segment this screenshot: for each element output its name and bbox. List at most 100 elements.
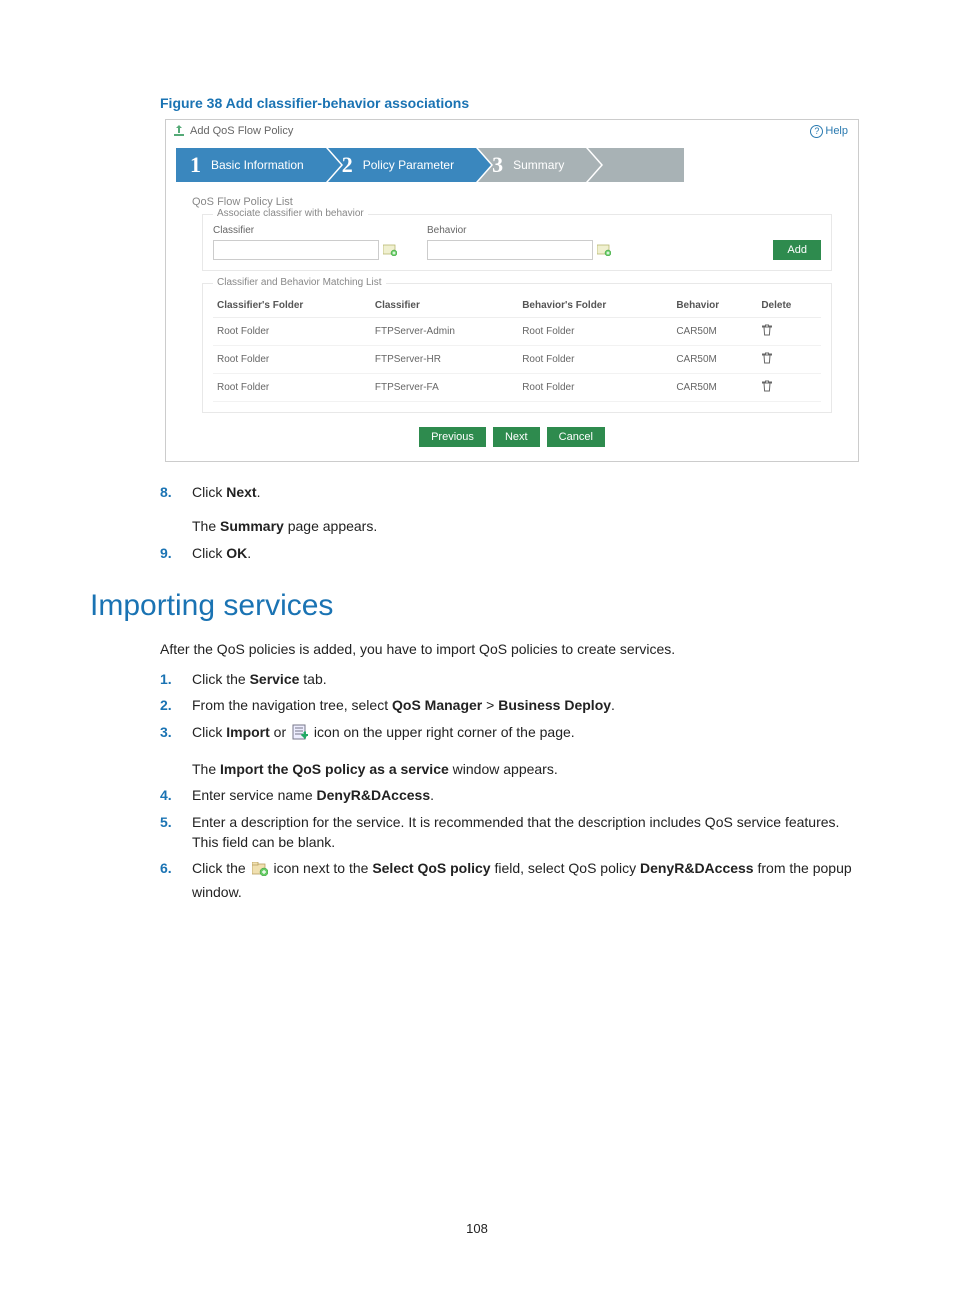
classifier-label: Classifier — [213, 225, 397, 236]
wizard-step-number: 3 — [492, 152, 503, 178]
text-bold: OK — [226, 545, 247, 561]
cell-classifier-folder: Root Folder — [213, 374, 371, 402]
text-bold: Service — [250, 671, 300, 687]
step-number: 9. — [160, 543, 192, 563]
matching-table: Classifier's Folder Classifier Behavior'… — [213, 294, 821, 402]
th-behavior-folder: Behavior's Folder — [518, 294, 672, 318]
text: . — [257, 484, 261, 500]
previous-button[interactable]: Previous — [419, 427, 486, 447]
next-button[interactable]: Next — [493, 427, 540, 447]
text: Click — [192, 484, 226, 500]
cell-behavior: CAR50M — [672, 374, 757, 402]
delete-row-button[interactable] — [757, 318, 821, 346]
step-number: 3. — [160, 722, 192, 742]
step-number: 1. — [160, 669, 192, 689]
fieldset-legend: Classifier and Behavior Matching List — [213, 277, 386, 288]
text-bold: Next — [226, 484, 256, 500]
intro-paragraph: After the QoS policies is added, you hav… — [160, 639, 864, 659]
screenshot-add-qos-flow-policy: Add QoS Flow Policy Help 1 Basic Informa… — [165, 119, 859, 462]
wizard-steps: 1 Basic Information 2 Policy Parameter 3… — [176, 148, 848, 182]
cell-classifier: FTPServer-Admin — [371, 318, 518, 346]
text: page appears. — [284, 518, 377, 534]
cell-behavior-folder: Root Folder — [518, 346, 672, 374]
behavior-input[interactable] — [427, 240, 593, 260]
text: icon on the upper right corner of the pa… — [310, 724, 575, 740]
import-icon — [292, 724, 308, 745]
text: The — [192, 518, 220, 534]
text-bold: Import — [226, 724, 270, 740]
text: > — [482, 697, 498, 713]
cancel-button[interactable]: Cancel — [547, 427, 605, 447]
step-number: 2. — [160, 695, 192, 715]
th-behavior: Behavior — [672, 294, 757, 318]
folder-picker-icon — [252, 861, 268, 881]
wizard-step-policy-parameter[interactable]: 2 Policy Parameter — [328, 148, 476, 182]
text: The — [192, 761, 220, 777]
step-8-note: The Summary page appears. — [192, 516, 864, 536]
text: field, select QoS policy — [491, 860, 640, 876]
text: Click — [192, 724, 226, 740]
step-3: 3. Click Import or icon on the upper rig… — [160, 722, 864, 745]
heading-importing-services: Importing services — [90, 589, 864, 623]
classifier-behavior-matching-list-fieldset: Classifier and Behavior Matching List Cl… — [202, 283, 832, 413]
classifier-picker-icon[interactable] — [383, 244, 397, 256]
cell-classifier-folder: Root Folder — [213, 346, 371, 374]
text-bold: Import the QoS policy as a service — [220, 761, 449, 777]
text: icon next to the — [270, 860, 373, 876]
cell-classifier: FTPServer-FA — [371, 374, 518, 402]
text-bold: DenyR&DAccess — [640, 860, 754, 876]
wizard-step-label: Basic Information — [211, 158, 304, 172]
delete-row-button[interactable] — [757, 374, 821, 402]
text: tab. — [299, 671, 326, 687]
page-number: 108 — [0, 1221, 954, 1236]
wizard-step-trailer — [588, 148, 684, 182]
step-number: 8. — [160, 482, 192, 502]
step-5: 5. Enter a description for the service. … — [160, 812, 864, 853]
delete-row-button[interactable] — [757, 346, 821, 374]
step-number: 5. — [160, 812, 192, 832]
step-8: 8. Click Next. — [160, 482, 864, 502]
th-delete: Delete — [757, 294, 821, 318]
dialog-title: Add QoS Flow Policy — [190, 125, 293, 137]
behavior-picker-icon[interactable] — [597, 244, 611, 256]
table-row: Root Folder FTPServer-Admin Root Folder … — [213, 318, 821, 346]
table-row: Root Folder FTPServer-HR Root Folder CAR… — [213, 346, 821, 374]
add-button[interactable]: Add — [773, 240, 821, 260]
fieldset-legend: Associate classifier with behavior — [213, 208, 368, 219]
text: . — [430, 787, 434, 803]
text-bold: QoS Manager — [392, 697, 482, 713]
text: Click the — [192, 860, 250, 876]
cell-behavior-folder: Root Folder — [518, 318, 672, 346]
text: From the navigation tree, select — [192, 697, 392, 713]
text-bold: Summary — [220, 518, 284, 534]
text-bold: Select QoS policy — [372, 860, 490, 876]
step-9: 9. Click OK. — [160, 543, 864, 563]
text: Enter a description for the service. It … — [192, 812, 864, 853]
step-2: 2. From the navigation tree, select QoS … — [160, 695, 864, 715]
step-number: 4. — [160, 785, 192, 805]
wizard-step-basic-information[interactable]: 1 Basic Information — [176, 148, 326, 182]
help-link[interactable]: Help — [810, 125, 848, 138]
associate-classifier-behavior-fieldset: Associate classifier with behavior Class… — [202, 214, 832, 271]
wizard-step-number: 2 — [342, 152, 353, 178]
step-number: 6. — [160, 858, 192, 878]
th-classifier: Classifier — [371, 294, 518, 318]
cell-behavior-folder: Root Folder — [518, 374, 672, 402]
step-4: 4. Enter service name DenyR&DAccess. — [160, 785, 864, 805]
classifier-input[interactable] — [213, 240, 379, 260]
wizard-step-label: Policy Parameter — [363, 158, 454, 172]
step-3-note: The Import the QoS policy as a service w… — [192, 759, 864, 779]
text-bold: DenyR&DAccess — [317, 787, 431, 803]
add-icon — [172, 124, 186, 138]
step-6: 6. Click the icon next to the Select QoS… — [160, 858, 864, 902]
text: or — [270, 724, 290, 740]
cell-behavior: CAR50M — [672, 318, 757, 346]
text: Enter service name — [192, 787, 317, 803]
table-row: Root Folder FTPServer-FA Root Folder CAR… — [213, 374, 821, 402]
behavior-label: Behavior — [427, 225, 611, 236]
text: Click — [192, 545, 226, 561]
wizard-step-number: 1 — [190, 152, 201, 178]
text: . — [611, 697, 615, 713]
text-bold: Business Deploy — [498, 697, 611, 713]
wizard-step-summary[interactable]: 3 Summary — [478, 148, 586, 182]
